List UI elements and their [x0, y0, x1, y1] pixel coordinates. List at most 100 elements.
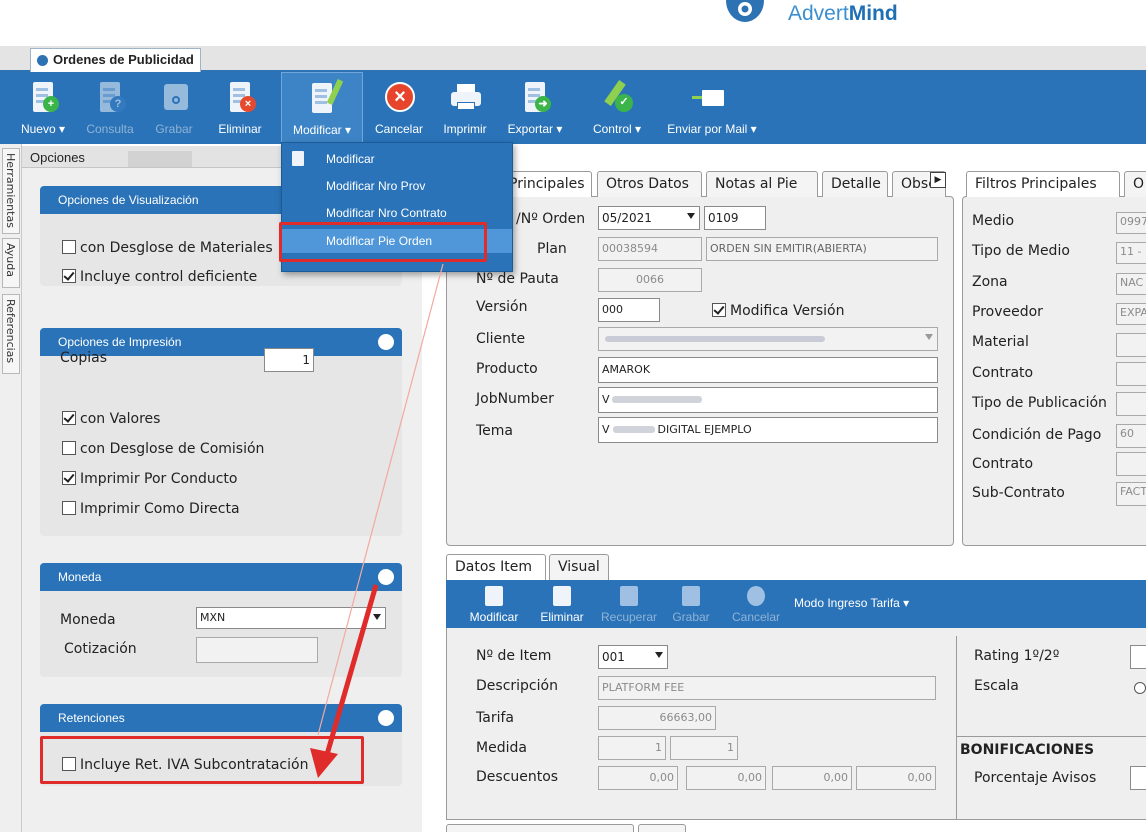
check-control-deficiente[interactable]: Incluye control deficiente [62, 269, 257, 285]
descuento-4-input[interactable]: 0,00 [856, 766, 936, 790]
producto-input[interactable]: AMAROK [598, 357, 938, 383]
consulta-button[interactable]: ? Consulta [80, 72, 140, 144]
cotizacion-input[interactable] [196, 637, 318, 663]
collapse-circle-icon[interactable] [378, 710, 394, 726]
zona-input[interactable]: NAC [1116, 273, 1146, 295]
check-por-conducto[interactable]: Imprimir Por Conducto [62, 471, 237, 487]
tab-detalle[interactable]: Detalle [822, 171, 888, 197]
porcentaje-avisos-label: Porcentaje Avisos [974, 770, 1097, 786]
blurred-text [611, 396, 702, 403]
tarifa-input[interactable]: 66663,00 [598, 706, 716, 730]
medida-input-1[interactable]: 1 [598, 736, 666, 760]
side-tab-herramientas[interactable]: Herramientas [2, 148, 20, 234]
rating-input[interactable] [1130, 645, 1146, 669]
advertmind-logo-icon [726, 0, 764, 22]
tab-filtros-otros[interactable]: O [1124, 171, 1146, 197]
highlight-ret-iva [40, 736, 364, 784]
proveedor-input[interactable]: EXPA [1116, 303, 1146, 325]
grabar-button[interactable]: Grabar [148, 72, 200, 144]
new-document-icon: + [27, 80, 59, 114]
cliente-select[interactable] [598, 327, 938, 351]
descuento-3-input[interactable]: 0,00 [772, 766, 852, 790]
checkbox-checked-icon[interactable] [712, 303, 726, 317]
side-tab-referencias[interactable]: Referencias [2, 294, 20, 374]
bottom-tab-2[interactable] [638, 824, 686, 832]
group-retenciones-header: Retenciones [40, 704, 402, 732]
delete-document-icon [553, 586, 571, 606]
side-tab-ayuda[interactable]: Ayuda [2, 238, 20, 288]
dropdown-arrow-icon [373, 614, 381, 620]
jobnumber-input[interactable]: V [598, 387, 938, 413]
collapse-circle-icon[interactable] [378, 334, 394, 350]
copias-input[interactable]: 1 [264, 348, 314, 372]
porcentaje-avisos-input[interactable] [1130, 766, 1146, 790]
periodo-select[interactable]: 05/2021 [598, 206, 700, 230]
pauta-input[interactable]: 0066 [598, 268, 702, 292]
bottom-tab-1[interactable] [446, 824, 634, 832]
moneda-select[interactable]: MXN [196, 607, 386, 629]
nro-item-label: Nº de Item [476, 648, 552, 664]
check-desglose-comision[interactable]: con Desglose de Comisión [62, 441, 264, 457]
side-tabs: Herramientas Ayuda Referencias [0, 144, 22, 832]
medio-input[interactable]: 0997 [1116, 212, 1146, 234]
estado-orden-input[interactable]: ORDEN SIN EMITIR(ABIERTA) [706, 237, 938, 261]
enviar-por-mail-button[interactable]: Enviar por Mail ▾ [656, 72, 768, 144]
checkbox-icon[interactable] [62, 501, 76, 515]
tema-input[interactable]: V DIGITAL EJEMPLO [598, 417, 938, 443]
descuento-1-input[interactable]: 0,00 [598, 766, 678, 790]
plan-label: Plan [537, 241, 567, 257]
tab-visual[interactable]: Visual [549, 554, 609, 580]
nuevo-button[interactable]: + Nuevo ▾ [16, 72, 70, 144]
check-como-directa[interactable]: Imprimir Como Directa [62, 501, 240, 517]
checkbox-checked-icon[interactable] [62, 269, 76, 283]
imprimir-button[interactable]: Imprimir [436, 72, 494, 144]
menu-item-modificar[interactable]: Modificar [282, 147, 512, 171]
tab-datos-item[interactable]: Datos Item [446, 554, 546, 580]
material-input[interactable] [1116, 333, 1146, 357]
tab-ordenes-de-publicidad[interactable]: Ordenes de Publicidad [30, 48, 201, 72]
item-cancelar-button[interactable]: Cancelar [726, 580, 786, 628]
plan-input[interactable]: 00038594 [598, 237, 702, 261]
check-desglose-materiales[interactable]: con Desglose de Materiales [62, 240, 273, 256]
item-grabar-button[interactable]: Grabar [666, 580, 716, 628]
eliminar-button[interactable]: × Eliminar [210, 72, 270, 144]
copias-label: Copias [60, 350, 107, 366]
collapse-circle-icon[interactable] [378, 569, 394, 585]
nro-item-select[interactable]: 001 [598, 645, 668, 669]
contrato2-input[interactable] [1116, 452, 1146, 476]
control-button[interactable]: ✓ Control ▾ [584, 72, 650, 144]
descripcion-input[interactable]: PLATFORM FEE [598, 676, 936, 700]
escala-radio[interactable] [1134, 682, 1146, 694]
item-eliminar-button[interactable]: Eliminar [534, 580, 590, 628]
checkbox-icon[interactable] [62, 441, 76, 455]
descuento-2-input[interactable]: 0,00 [686, 766, 766, 790]
modificar-button[interactable]: Modificar ▾ [281, 72, 363, 144]
item-modificar-button[interactable]: Modificar [464, 580, 524, 628]
tabs-scroll-right-icon[interactable]: ▶ [930, 172, 946, 188]
nro-orden-input[interactable]: 0109 [704, 206, 766, 230]
tab-principales[interactable]: Principales [500, 171, 592, 197]
contrato-input[interactable] [1116, 362, 1146, 386]
tab-filtros-principales[interactable]: Filtros Principales [966, 171, 1120, 197]
edit-document-icon [485, 586, 503, 606]
exportar-button[interactable]: ➜ Exportar ▾ [502, 72, 568, 144]
tab-otros-datos[interactable]: Otros Datos [597, 171, 702, 197]
checkbox-checked-icon[interactable] [62, 471, 76, 485]
check-con-valores[interactable]: con Valores [62, 411, 160, 427]
modo-ingreso-tarifa-button[interactable]: Modo Ingreso Tarifa ▾ [794, 580, 934, 628]
condicion-pago-label: Condición de Pago [972, 427, 1102, 443]
tipo-medio-input[interactable]: 11 - [1116, 242, 1146, 264]
cancelar-button[interactable]: × Cancelar [368, 72, 430, 144]
item-recuperar-button[interactable]: Recuperar [596, 580, 662, 628]
printer-icon [449, 80, 481, 114]
checkbox-checked-icon[interactable] [62, 411, 76, 425]
tipo-publicacion-input[interactable] [1116, 392, 1146, 416]
condicion-pago-input[interactable]: 60 [1116, 424, 1146, 448]
check-modifica-version[interactable]: Modifica Versión [712, 303, 844, 319]
tab-notas-al-pie[interactable]: Notas al Pie [706, 171, 818, 197]
checkbox-icon[interactable] [62, 240, 76, 254]
menu-item-modificar-nro-prov[interactable]: Modificar Nro Prov [282, 174, 512, 198]
medida-input-2[interactable]: 1 [670, 736, 738, 760]
subcontrato-input[interactable]: FACT [1116, 482, 1146, 506]
version-input[interactable]: 000 [598, 298, 660, 322]
